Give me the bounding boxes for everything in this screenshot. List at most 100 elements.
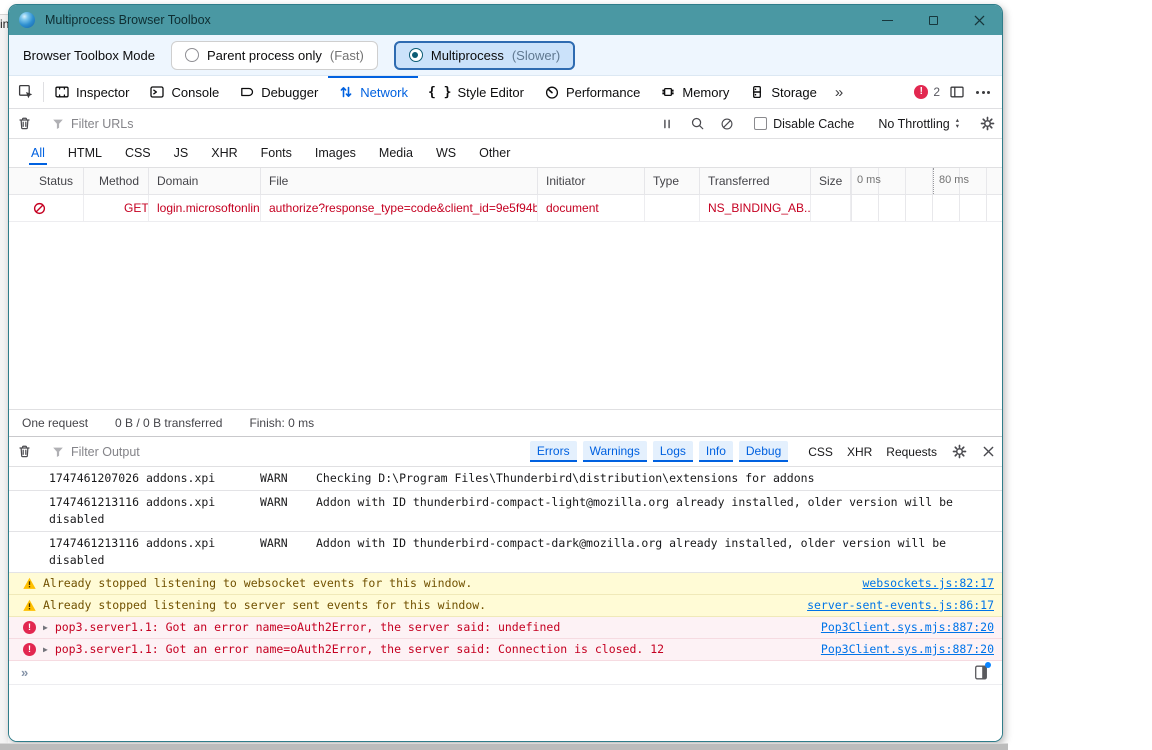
block-requests-button[interactable] bbox=[712, 109, 742, 138]
meatball-menu-button[interactable] bbox=[974, 87, 992, 98]
summary-finish: Finish: 0 ms bbox=[249, 416, 315, 430]
tab-debugger[interactable]: Debugger bbox=[229, 76, 328, 108]
disable-cache-control[interactable]: Disable Cache bbox=[743, 117, 865, 131]
browser-toolbox-window: Multiprocess Browser Toolbox Browser Too… bbox=[8, 4, 1003, 742]
tab-label: Network bbox=[360, 84, 408, 100]
column-size[interactable]: Size bbox=[811, 168, 851, 194]
disable-cache-checkbox[interactable] bbox=[754, 117, 768, 130]
expand-arrow-icon[interactable]: ▶ bbox=[43, 645, 48, 654]
mode-option-multiprocess[interactable]: Multiprocess (Slower) bbox=[393, 40, 576, 70]
console-settings-button[interactable] bbox=[944, 437, 974, 466]
disable-cache-label: Disable Cache bbox=[773, 116, 855, 131]
tabbar-right-cluster: 2 bbox=[914, 76, 1002, 108]
search-requests-button[interactable] bbox=[682, 109, 712, 138]
background-window-edge bbox=[0, 14, 8, 750]
throttling-select[interactable]: No Throttling ▴ ▾ bbox=[866, 117, 971, 131]
gear-icon bbox=[952, 444, 966, 459]
trash-icon bbox=[18, 445, 30, 458]
filter-fonts[interactable]: Fonts bbox=[259, 142, 294, 165]
column-waterfall[interactable]: 0 ms 80 ms bbox=[851, 168, 1002, 194]
filter-warnings-chip[interactable]: Warnings bbox=[582, 441, 647, 462]
filter-errors-chip[interactable]: Errors bbox=[529, 441, 577, 462]
split-console-button[interactable] bbox=[949, 84, 965, 100]
column-domain[interactable]: Domain bbox=[149, 168, 261, 194]
filter-other[interactable]: Other bbox=[477, 142, 512, 165]
minimize-button[interactable] bbox=[864, 5, 910, 35]
console-filler bbox=[9, 684, 1002, 741]
pick-element-button[interactable] bbox=[9, 76, 43, 108]
column-status[interactable]: Status bbox=[9, 168, 84, 194]
pause-icon bbox=[664, 119, 670, 128]
error-badge-icon[interactable] bbox=[914, 85, 929, 99]
filter-logs-chip[interactable]: Logs bbox=[652, 441, 693, 462]
network-toolbar-right: Disable Cache No Throttling ▴ ▾ bbox=[652, 109, 1002, 138]
inspector-icon bbox=[55, 86, 69, 98]
block-icon bbox=[721, 118, 733, 129]
column-initiator[interactable]: Initiator bbox=[538, 168, 645, 194]
filter-all[interactable]: All bbox=[29, 142, 47, 165]
request-transferred: NS_BINDING_AB... bbox=[700, 195, 811, 221]
filter-urls-input[interactable] bbox=[71, 116, 653, 131]
column-file[interactable]: File bbox=[261, 168, 538, 194]
column-method[interactable]: Method bbox=[84, 168, 149, 194]
mode-option-label: Parent process only bbox=[207, 47, 322, 63]
network-settings-button[interactable] bbox=[972, 109, 1002, 138]
background-taskbar-strip bbox=[0, 743, 1008, 750]
close-console-button[interactable] bbox=[974, 437, 1002, 466]
split-console-panel: Errors Warnings Logs Info Debug CSS XHR … bbox=[9, 436, 1002, 741]
filter-css-toggle[interactable]: CSS bbox=[808, 445, 833, 459]
request-row[interactable]: GET login.microsoftonline... authorize?r… bbox=[9, 195, 1002, 222]
request-table-header: Status Method Domain File Initiator Type… bbox=[9, 168, 1002, 195]
tab-style-editor[interactable]: { } Style Editor bbox=[418, 76, 534, 108]
source-link[interactable]: Pop3Client.sys.mjs:887:20 bbox=[821, 620, 994, 634]
filter-html[interactable]: HTML bbox=[66, 142, 104, 165]
log-level: WARN bbox=[260, 471, 288, 485]
request-waterfall bbox=[851, 195, 1002, 221]
filter-requests-toggle[interactable]: Requests bbox=[886, 445, 937, 459]
filter-media[interactable]: Media bbox=[377, 142, 415, 165]
source-link[interactable]: Pop3Client.sys.mjs:887:20 bbox=[821, 642, 994, 656]
log-level: WARN bbox=[260, 494, 288, 509]
network-toolbar: Disable Cache No Throttling ▴▾ bbox=[9, 109, 1002, 139]
column-type[interactable]: Type bbox=[645, 168, 700, 194]
console-error-row: ▶ pop3.server1.1: Got an error name=oAut… bbox=[9, 616, 1002, 639]
tab-network[interactable]: Network bbox=[328, 76, 418, 108]
filter-debug-chip[interactable]: Debug bbox=[738, 441, 789, 462]
tab-performance[interactable]: Performance bbox=[534, 76, 650, 108]
filter-xhr-toggle[interactable]: XHR bbox=[847, 445, 872, 459]
filter-info-chip[interactable]: Info bbox=[698, 441, 733, 462]
performance-icon bbox=[545, 86, 559, 99]
more-tabs-button[interactable]: » bbox=[827, 76, 851, 108]
clear-requests-button[interactable] bbox=[9, 109, 39, 138]
log-timestamp: 1747461213116 bbox=[49, 494, 140, 509]
filter-js[interactable]: JS bbox=[172, 142, 191, 165]
tab-console[interactable]: Console bbox=[139, 76, 229, 108]
tab-storage[interactable]: Storage bbox=[739, 76, 827, 108]
filter-css[interactable]: CSS bbox=[123, 142, 153, 165]
sidebar-toggle-button[interactable] bbox=[974, 661, 991, 681]
filter-xhr[interactable]: XHR bbox=[209, 142, 239, 165]
clear-console-button[interactable] bbox=[9, 437, 39, 466]
mode-option-parent-process[interactable]: Parent process only (Fast) bbox=[171, 40, 378, 70]
console-toolbar: Errors Warnings Logs Info Debug CSS XHR … bbox=[9, 437, 1002, 467]
tab-label: Debugger bbox=[261, 84, 319, 100]
column-transferred[interactable]: Transferred bbox=[700, 168, 811, 194]
filter-output-input[interactable] bbox=[71, 444, 530, 459]
source-link[interactable]: websockets.js:82:17 bbox=[862, 576, 994, 590]
source-link[interactable]: server-sent-events.js:86:17 bbox=[807, 598, 994, 612]
expand-arrow-icon[interactable]: ▶ bbox=[43, 623, 48, 632]
log-timestamp: 1747461213116 bbox=[49, 535, 140, 550]
tab-label: Performance bbox=[565, 84, 641, 100]
window-controls bbox=[864, 5, 1002, 35]
maximize-button[interactable] bbox=[910, 5, 956, 35]
request-type bbox=[645, 195, 700, 221]
console-icon bbox=[150, 86, 165, 98]
console-input-row[interactable]: » bbox=[9, 661, 1002, 685]
filter-images[interactable]: Images bbox=[313, 142, 358, 165]
pause-traffic-button[interactable] bbox=[652, 109, 682, 138]
filter-ws[interactable]: WS bbox=[434, 142, 458, 165]
tab-inspector[interactable]: Inspector bbox=[44, 76, 139, 108]
tab-memory[interactable]: Memory bbox=[650, 76, 739, 108]
minimize-icon bbox=[881, 19, 893, 21]
close-button[interactable] bbox=[956, 5, 1002, 35]
